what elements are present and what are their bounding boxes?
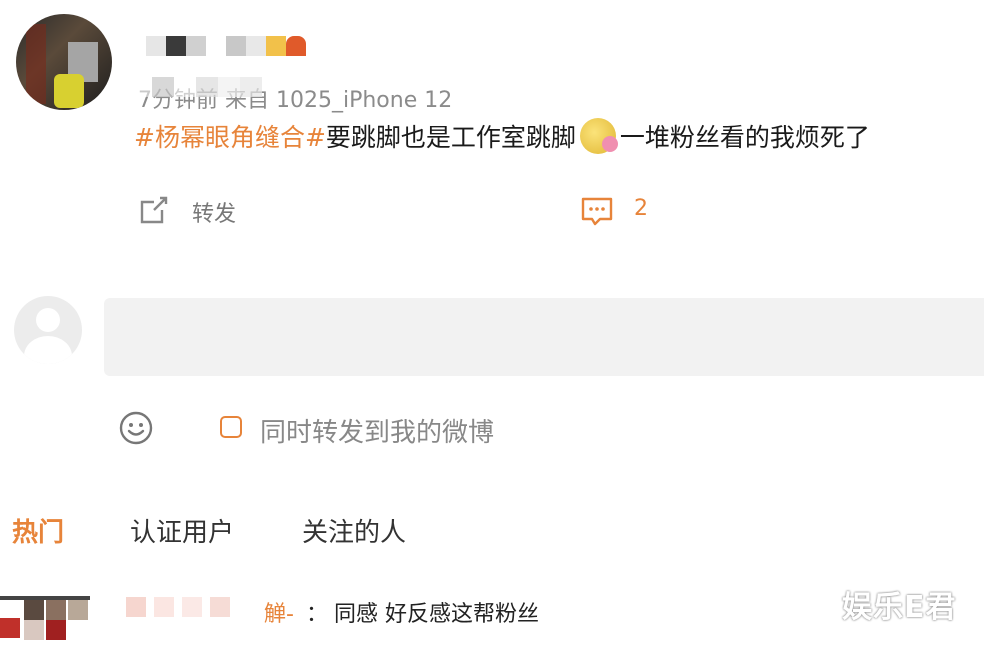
tab-following[interactable]: 关注的人 — [302, 512, 406, 549]
forward-button[interactable]: 转发 — [192, 196, 236, 228]
post-author-avatar[interactable] — [16, 14, 112, 110]
sync-forward-label[interactable]: 同时转发到我的微博 — [260, 412, 494, 449]
meta-redaction — [130, 77, 262, 97]
comment-icon[interactable] — [580, 194, 614, 228]
comment-count[interactable]: 2 — [634, 196, 648, 221]
post-author-name-redacted[interactable] — [146, 36, 306, 58]
tab-hot[interactable]: 热门 — [12, 512, 64, 549]
reply-author-name-redacted[interactable] — [126, 597, 238, 617]
reply-author-name[interactable]: 觯- — [264, 596, 294, 628]
watermark: 娱乐E君 — [842, 590, 957, 625]
sync-forward-checkbox[interactable] — [220, 416, 242, 438]
reply-text: 同感 好反感这帮粉丝 — [334, 602, 539, 627]
post-text-part2: 一堆粉丝看的我烦死了 — [619, 123, 870, 152]
flower-face-emoji-icon — [579, 118, 618, 154]
post-text-part1: 要跳脚也是工作室跳脚 — [325, 123, 576, 152]
default-avatar — [14, 296, 82, 364]
comment-input[interactable] — [104, 298, 984, 376]
forward-icon[interactable] — [138, 194, 170, 226]
reply-separator: ： — [306, 602, 329, 627]
reply-author-avatar[interactable] — [0, 596, 90, 646]
tab-verified-users[interactable]: 认证用户 — [130, 512, 234, 549]
post-hashtag-link[interactable]: #杨幂眼角缝合# — [134, 118, 326, 154]
smiley-icon[interactable] — [118, 410, 154, 446]
post-content: #杨幂眼角缝合# 要跳脚也是工作室跳脚 一堆粉丝看的我烦死了 — [134, 118, 870, 154]
